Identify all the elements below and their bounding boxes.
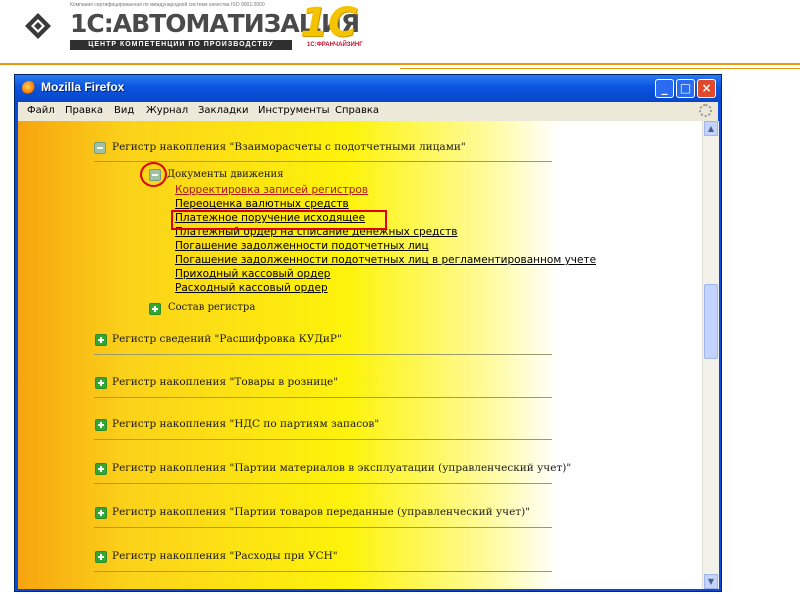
section-title-retail-goods[interactable]: Регистр накопления "Товары в рознице" (112, 376, 338, 388)
logo-tagline: ЦЕНТР КОМПЕТЕНЦИИ ПО ПРОИЗВОДСТВУ (70, 40, 292, 50)
scroll-up-icon[interactable]: ▲ (704, 121, 718, 136)
section-title-materials-in-use[interactable]: Регистр накопления "Партии материалов в … (112, 462, 571, 474)
expand-register-composition-icon[interactable] (149, 303, 161, 315)
expand-icon[interactable] (95, 377, 107, 389)
menu-bookmarks[interactable]: Закладки (198, 105, 249, 116)
subsection-title-documents[interactable]: Документы движения (167, 169, 284, 180)
menu-edit[interactable]: Правка (65, 105, 103, 116)
menu-tools[interactable]: Инструменты (258, 105, 330, 116)
expand-icon[interactable] (95, 463, 107, 475)
section-title-kudir[interactable]: Регистр сведений "Расшифровка КУДиР" (112, 333, 342, 345)
page-content: Регистр накопления "Взаиморасчеты с подо… (18, 121, 702, 589)
link-currency-revaluation[interactable]: Переоценка валютных средств (175, 198, 349, 210)
highlight-circle (140, 162, 167, 187)
scrollbar-thumb[interactable] (704, 284, 718, 359)
vertical-scrollbar[interactable]: ▲ ▼ (702, 121, 719, 589)
title-bar[interactable]: Mozilla Firefox _ □ × (15, 75, 721, 102)
link-register-adjustment[interactable]: Корректировка записей регистров (175, 184, 368, 196)
subsection-title-composition[interactable]: Состав регистра (168, 302, 255, 313)
firefox-icon (22, 81, 36, 95)
section-divider (94, 439, 552, 440)
section-title-register-settlements[interactable]: Регистр накопления "Взаиморасчеты с подо… (112, 141, 466, 153)
section-divider (94, 354, 552, 355)
section-divider (94, 527, 552, 528)
expand-icon[interactable] (95, 551, 107, 563)
collapse-icon[interactable] (94, 142, 106, 154)
logo-1c: 1С (300, 0, 358, 46)
menu-help[interactable]: Справка (335, 105, 379, 116)
close-button[interactable]: × (697, 79, 716, 98)
link-cash-receipt-order[interactable]: Приходный кассовый ордер (175, 268, 330, 280)
section-title-usn-expenses[interactable]: Регистр накопления "Расходы при УСН" (112, 550, 338, 562)
scroll-down-icon[interactable]: ▼ (704, 574, 718, 589)
section-divider (94, 161, 552, 162)
logo-certification-text: Компания сертифицированная по международ… (70, 2, 265, 8)
browser-window: Mozilla Firefox _ □ × Файл Правка Вид Жу… (14, 74, 722, 592)
maximize-button[interactable]: □ (676, 79, 695, 98)
link-cash-expense-order[interactable]: Расходный кассовый ордер (175, 282, 328, 294)
link-debt-repayment[interactable]: Погашение задолженности подотчетных лиц (175, 240, 429, 252)
section-divider (94, 483, 552, 484)
minimize-button[interactable]: _ (655, 79, 674, 98)
expand-icon[interactable] (95, 334, 107, 346)
menu-bar: Файл Правка Вид Журнал Закладки Инструме… (18, 102, 718, 121)
header-divider-thin (400, 68, 800, 69)
menu-history[interactable]: Журнал (146, 105, 188, 116)
section-title-vat-batches[interactable]: Регистр накопления "НДС по партиям запас… (112, 418, 379, 430)
menu-file[interactable]: Файл (27, 105, 55, 116)
slide-header: Компания сертифицированная по международ… (0, 0, 800, 69)
header-divider (0, 63, 800, 65)
logo-franchise-text: 1С:ФРАНЧАЙЗИНГ (307, 42, 363, 48)
section-divider (94, 571, 552, 572)
logo-diamond-icon (25, 13, 51, 39)
throbber-icon (699, 104, 712, 117)
section-title-goods-transferred[interactable]: Регистр накопления "Партии товаров перед… (112, 506, 530, 518)
expand-icon[interactable] (95, 419, 107, 431)
expand-icon[interactable] (95, 507, 107, 519)
link-debt-repayment-regulated[interactable]: Погашение задолженности подотчетных лиц … (175, 254, 596, 266)
menu-view[interactable]: Вид (114, 105, 134, 116)
window-title: Mozilla Firefox (41, 80, 125, 94)
highlight-rectangle (171, 210, 387, 230)
section-divider (94, 397, 552, 398)
